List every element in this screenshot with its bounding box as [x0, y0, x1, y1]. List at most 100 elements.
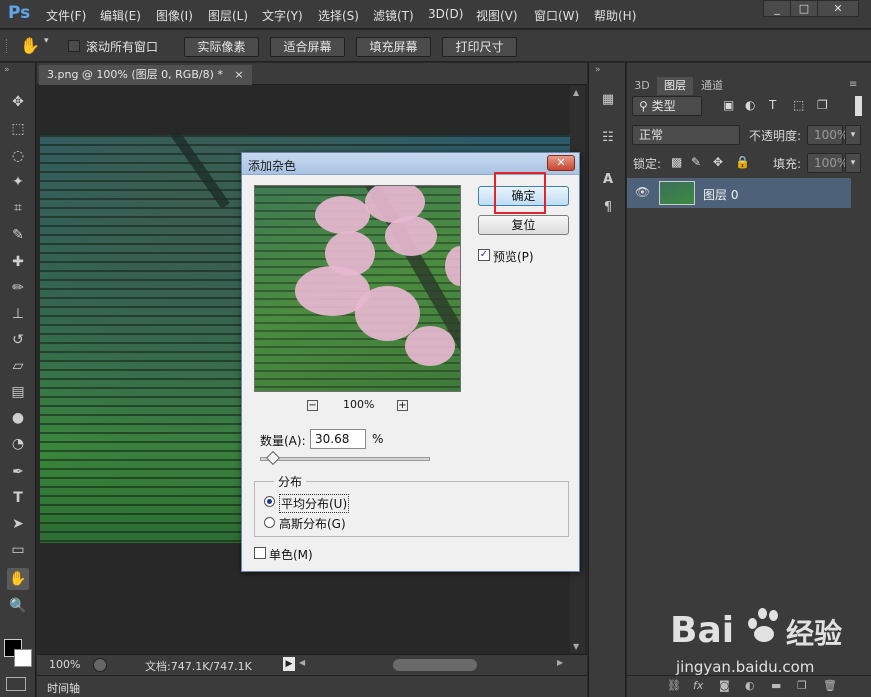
marquee-tool-icon[interactable]: ⬚ [7, 118, 29, 140]
document-tab[interactable]: 3.png @ 100% (图层 0, RGB/8) * × [39, 65, 252, 85]
fill-label: 填充: [773, 157, 802, 171]
chevron-down-icon[interactable]: ▾ [44, 36, 49, 46]
zoom-in-button[interactable]: + [397, 400, 408, 411]
shape-tool-icon[interactable]: ▭ [7, 539, 29, 561]
menu-view[interactable]: 视图(V) [476, 7, 518, 24]
amount-slider-thumb[interactable] [266, 450, 281, 466]
eyedropper-icon[interactable]: ✎ [7, 224, 29, 246]
filter-type-select[interactable]: ⚲ 类型 [632, 96, 702, 116]
quick-mask-icon[interactable] [6, 677, 26, 691]
horizontal-scroll-thumb[interactable] [393, 659, 477, 671]
menu-type[interactable]: 文字(Y) [262, 7, 303, 24]
path-select-icon[interactable]: ➤ [7, 513, 29, 535]
type-tool-icon[interactable]: T [7, 487, 29, 509]
menu-3d[interactable]: 3D(D) [428, 7, 463, 21]
collapse-icon[interactable]: » [4, 65, 10, 75]
dialog-close-button[interactable]: ✕ [547, 155, 575, 171]
pen-tool-icon[interactable]: ✒ [7, 461, 29, 483]
gaussian-radio[interactable] [264, 517, 275, 528]
timeline-tab[interactable]: 时间轴 [47, 680, 80, 696]
healing-brush-icon[interactable]: ✚ [7, 251, 29, 273]
pixel-filter-icon[interactable]: ▣ [723, 98, 734, 112]
watermark-brand-cn: 经验 [786, 617, 843, 650]
move-tool-icon[interactable]: ✥ [7, 91, 29, 113]
blur-tool-icon[interactable]: ● [7, 407, 29, 429]
hscroll-left-icon[interactable]: ◀ [299, 658, 305, 667]
hand-tool-icon[interactable]: ✋ [20, 36, 40, 55]
panel-menu-icon[interactable]: ≡ [849, 79, 857, 90]
menu-select[interactable]: 选择(S) [318, 7, 359, 24]
status-icon[interactable] [93, 658, 107, 672]
brush-tool-icon[interactable]: ✏ [7, 277, 29, 299]
fill-dropdown-icon[interactable]: ▾ [845, 153, 861, 173]
reset-button[interactable]: 复位 [478, 215, 569, 235]
scroll-down-icon[interactable]: ▼ [573, 642, 579, 651]
collapse-icon[interactable]: » [595, 65, 601, 75]
monochromatic-checkbox[interactable] [254, 547, 266, 559]
tab-layers[interactable]: 图层 [657, 77, 693, 95]
scroll-up-icon[interactable]: ▲ [573, 88, 579, 97]
menu-filter[interactable]: 滤镜(T) [373, 7, 414, 24]
zoom-level[interactable]: 100% [49, 658, 80, 671]
blend-mode-value: 正常 [639, 128, 664, 142]
tab-channels[interactable]: 通道 [697, 77, 727, 95]
menu-image[interactable]: 图像(I) [156, 7, 193, 24]
adjustment-filter-icon[interactable]: ◐ [745, 98, 755, 112]
smart-object-filter-icon[interactable]: ❐ [817, 98, 828, 112]
minimize-button[interactable]: _ [763, 0, 791, 17]
layer-name[interactable]: 图层 0 [703, 186, 738, 203]
blend-mode-select[interactable]: 正常 [632, 125, 740, 145]
character-icon[interactable]: A [597, 169, 619, 191]
stamp-tool-icon[interactable]: ⊥ [7, 303, 29, 325]
histogram-icon[interactable]: ▦ [597, 89, 619, 111]
status-menu-arrow-icon[interactable]: ▶ [283, 657, 295, 671]
hand-tool-icon[interactable]: ✋ [7, 568, 29, 590]
shape-filter-icon[interactable]: ⬚ [793, 98, 804, 112]
properties-icon[interactable]: ☷ [597, 127, 619, 149]
history-brush-icon[interactable]: ↺ [7, 329, 29, 351]
uniform-radio[interactable] [264, 496, 275, 507]
hscroll-right-icon[interactable]: ▶ [557, 658, 563, 667]
opacity-dropdown-icon[interactable]: ▾ [845, 125, 861, 145]
background-color-swatch[interactable] [14, 649, 32, 667]
doc-size-info: 文档:747.1K/747.1K [145, 660, 252, 673]
fill-input[interactable]: 100% [807, 153, 848, 173]
zoom-out-button[interactable]: − [307, 400, 318, 411]
gradient-tool-icon[interactable]: ▤ [7, 381, 29, 403]
lock-all-icon[interactable]: 🔒 [735, 155, 750, 169]
filter-preview-image[interactable] [254, 185, 461, 392]
paragraph-icon[interactable]: ¶ [597, 197, 619, 219]
menu-help[interactable]: 帮助(H) [594, 7, 636, 24]
actual-pixels-button[interactable]: 实际像素 [184, 37, 259, 57]
eye-icon[interactable]: 👁 [635, 185, 650, 199]
maximize-button[interactable]: □ [790, 0, 818, 17]
tab-3d[interactable]: 3D [631, 77, 653, 95]
type-filter-icon[interactable]: T [769, 98, 776, 112]
fit-screen-button[interactable]: 适合屏幕 [270, 37, 345, 57]
close-button[interactable]: ✕ [817, 0, 859, 17]
amount-input[interactable]: 30.68 [310, 429, 366, 449]
magic-wand-icon[interactable]: ✦ [7, 171, 29, 193]
fill-screen-button[interactable]: 填充屏幕 [356, 37, 431, 57]
lock-position-icon[interactable]: ✥ [713, 155, 723, 169]
baidu-watermark: Bai 经验 jingyan.baidu.com [670, 604, 865, 688]
zoom-tool-icon[interactable]: 🔍 [7, 595, 29, 617]
menu-file[interactable]: 文件(F) [46, 7, 86, 24]
crop-tool-icon[interactable]: ⌗ [7, 197, 29, 219]
filter-toggle[interactable] [855, 96, 862, 116]
amount-slider-track[interactable] [260, 457, 430, 461]
tab-close-icon[interactable]: × [234, 68, 243, 81]
eraser-tool-icon[interactable]: ▱ [7, 355, 29, 377]
preview-checkbox[interactable]: ✓ [478, 249, 490, 261]
print-size-button[interactable]: 打印尺寸 [442, 37, 517, 57]
layer-row[interactable]: 👁 图层 0 [627, 178, 851, 208]
lasso-tool-icon[interactable]: ◌ [7, 145, 29, 167]
menu-edit[interactable]: 编辑(E) [100, 7, 141, 24]
lock-transparent-icon[interactable]: ▩ [671, 155, 682, 169]
menu-layer[interactable]: 图层(L) [208, 7, 248, 24]
opacity-input[interactable]: 100% [807, 125, 848, 145]
menu-window[interactable]: 窗口(W) [534, 7, 579, 24]
scroll-all-checkbox[interactable] [68, 40, 80, 52]
dodge-tool-icon[interactable]: ◔ [7, 433, 29, 455]
lock-pixels-icon[interactable]: ✎ [691, 155, 701, 169]
